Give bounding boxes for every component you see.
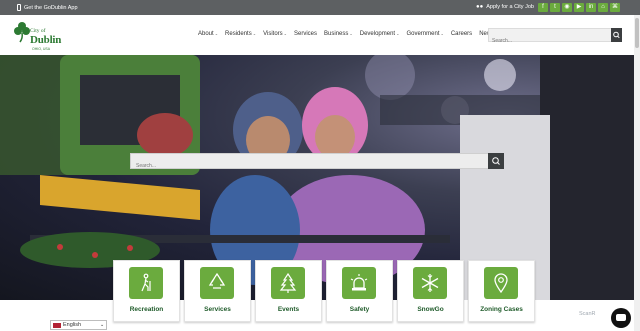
nav-development-label: Development [359,31,396,37]
tile-snowgo[interactable]: SnowGo [397,260,464,322]
tile-events[interactable]: Events [255,260,322,322]
tile-safety[interactable]: Safety [326,260,393,322]
search-icon [613,31,620,39]
tile-zoning-cases[interactable]: Zoning Cases [468,260,535,322]
chevron-down-icon: ⌄ [440,31,444,36]
nav-business-label: Business [324,31,349,37]
scanr-badge: ScanR [579,311,596,317]
app-link-label: Get the GoDublin App [24,4,78,11]
youtube-icon[interactable]: ▶ [574,3,584,12]
quick-links: Recreation Services Events Safety SnowGo… [113,260,535,322]
social-links: f t ◉ ▶ in ⌂ ⌘ [538,3,620,12]
nav-visitors[interactable]: Visitors⌄ [263,31,287,37]
header-search-button[interactable] [611,28,622,42]
job-link[interactable]: ●● Apply for a City Job [476,4,534,10]
tile-label: Zoning Cases [480,306,523,313]
header-search [488,28,622,47]
twitter-icon[interactable]: t [550,3,560,12]
tile-label: Recreation [129,306,164,313]
header-search-input[interactable] [489,35,609,47]
facebook-icon[interactable]: f [538,3,548,12]
tile-label: Services [204,306,231,313]
scrollbar-track[interactable] [634,15,640,331]
tile-icon-box [200,267,234,299]
nav-about-label: About [198,31,214,37]
tile-icon-box [484,267,518,299]
city-logo[interactable]: City of Dublin OHIO, USA [14,19,66,53]
tile-icon-box [413,267,447,299]
nextdoor-icon[interactable]: ⌂ [598,3,608,12]
app-link[interactable]: Get the GoDublin App [17,4,78,11]
nav-residents[interactable]: Residents⌄ [225,31,256,37]
tree-icon [279,273,297,293]
tile-label: Events [277,306,300,313]
nav-business[interactable]: Business⌄ [324,31,353,37]
shamrock-icon [14,22,30,43]
tile-icon-box [342,267,376,299]
chat-icon [616,314,626,321]
language-select[interactable]: English ⌄ [50,320,107,330]
main-nav: About⌄ Residents⌄ Visitors⌄ Services Bus… [198,31,494,37]
instagram-icon[interactable]: ◉ [562,3,572,12]
map-pin-icon [494,273,508,293]
tile-icon-box [129,267,163,299]
tile-label: SnowGo [417,306,444,313]
nav-visitors-label: Visitors [263,31,283,37]
hiking-icon [141,273,151,292]
tile-services[interactable]: Services [184,260,251,322]
linkedin-icon[interactable]: in [586,3,596,12]
people-icon: ●● [476,4,484,10]
nav-about[interactable]: About⌄ [198,31,218,37]
nav-services[interactable]: Services [294,31,317,37]
snowflake-icon [421,274,439,292]
utility-bar: Get the GoDublin App ●● Apply for a City… [0,0,640,15]
nav-residents-label: Residents [225,31,252,37]
search-icon [492,157,500,165]
chevron-down-icon: ⌄ [349,31,353,36]
recycle-icon [208,273,226,289]
tile-icon-box [271,267,305,299]
phone-icon [17,4,21,11]
chevron-down-icon: ⌄ [214,31,219,36]
rss-icon[interactable]: ⌘ [610,3,620,12]
nav-services-label: Services [294,31,318,37]
logo-line-2: Dublin [30,34,62,46]
chevron-down-icon: ⌄ [252,31,257,36]
language-label: English [63,322,82,328]
site-header: City of Dublin OHIO, USA About⌄ Resident… [0,15,634,55]
tile-recreation[interactable]: Recreation [113,260,180,322]
chevron-down-icon: ⌄ [283,31,288,36]
chevron-down-icon: ⌄ [396,31,400,36]
nav-careers-label: Careers [450,31,473,37]
hero-search-button[interactable] [488,153,504,169]
hero-search-input[interactable] [131,159,486,173]
logo-line-3: OHIO, USA [32,47,51,51]
nav-careers[interactable]: Careers [451,31,472,37]
siren-icon [350,274,368,291]
nav-government-label: Government [406,31,440,37]
nav-development[interactable]: Development⌄ [360,31,400,37]
nav-government[interactable]: Government⌄ [406,31,443,37]
scrollbar-thumb[interactable] [635,18,639,48]
chat-button[interactable] [611,308,631,328]
us-flag-icon [53,323,61,328]
job-link-label: Apply for a City Job [486,4,534,10]
chevron-down-icon: ⌄ [100,322,105,328]
tile-label: Safety [349,306,370,313]
hero-search [130,153,504,173]
